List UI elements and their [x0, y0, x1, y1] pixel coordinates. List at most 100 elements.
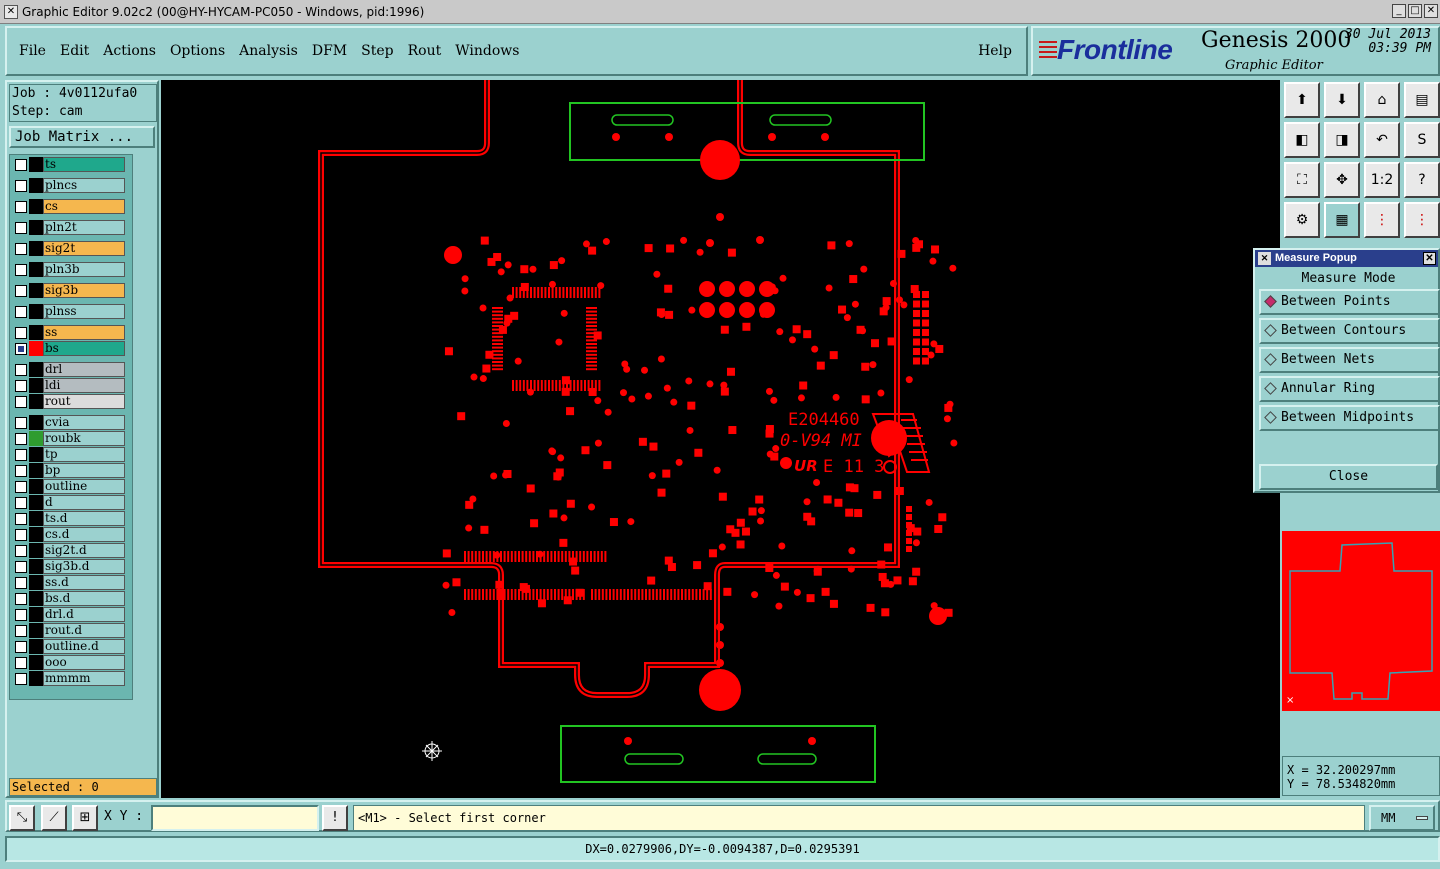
layer-checkbox[interactable] [15, 480, 27, 493]
layer-checkbox[interactable] [15, 416, 27, 429]
layer-name[interactable]: roubk [43, 431, 125, 446]
layer-name[interactable]: pln2t [43, 220, 125, 235]
layer-color-swatch[interactable] [29, 639, 43, 654]
layer-row-cs[interactable]: cs [13, 199, 131, 214]
job-matrix-button[interactable]: Job Matrix ... [9, 126, 155, 148]
menu-edit[interactable]: Edit [60, 43, 89, 59]
layer-row-tp[interactable]: tp [13, 447, 131, 462]
maximize-icon[interactable]: □ [1408, 4, 1422, 18]
menu-help[interactable]: Help [978, 43, 1012, 59]
layer-checkbox[interactable] [15, 528, 27, 541]
layer-checkbox[interactable] [15, 560, 27, 573]
layer-name[interactable]: plncs [43, 178, 125, 193]
layer-color-swatch[interactable] [29, 262, 43, 277]
layer-name[interactable]: mmmm [43, 671, 125, 686]
layer-color-swatch[interactable] [29, 511, 43, 526]
layer-color-swatch[interactable] [29, 495, 43, 510]
layer-checkbox[interactable] [15, 656, 27, 669]
measure-tool-icon[interactable]: ⟋ [41, 805, 67, 831]
exclamation-icon[interactable]: ! [322, 805, 348, 831]
layer-checkbox[interactable] [15, 624, 27, 637]
layer-row-sig3b[interactable]: sig3b [13, 283, 131, 298]
layer-color-swatch[interactable] [29, 527, 43, 542]
menu-actions[interactable]: Actions [103, 43, 156, 59]
layer-color-swatch[interactable] [29, 157, 43, 172]
overview-minimap[interactable]: × [1282, 531, 1440, 711]
layer-color-swatch[interactable] [29, 431, 43, 446]
layer-name[interactable]: ss.d [43, 575, 125, 590]
layer-name[interactable]: ooo [43, 655, 125, 670]
layer-checkbox[interactable] [15, 464, 27, 477]
layer-name[interactable]: sig2t [43, 241, 125, 256]
layer-color-swatch[interactable] [29, 671, 43, 686]
layer-checkbox[interactable] [15, 326, 27, 339]
layer-row-sig3b-d[interactable]: sig3b.d [13, 559, 131, 574]
layer-checkbox[interactable] [15, 395, 27, 408]
unit-selector[interactable]: MM [1369, 805, 1435, 831]
layer-name[interactable]: d [43, 495, 125, 510]
annular-ring-option[interactable]: Annular Ring [1259, 376, 1440, 402]
layer-checkbox[interactable] [15, 158, 27, 171]
layer-row-drl-d[interactable]: drl.d [13, 607, 131, 622]
layer-name[interactable]: cs [43, 199, 125, 214]
left-step-icon[interactable]: ◧ [1284, 122, 1320, 158]
snap-icon[interactable]: ⤡ [9, 805, 35, 831]
layer-row-rout[interactable]: rout [13, 394, 131, 409]
layer-color-swatch[interactable] [29, 479, 43, 494]
undo-icon[interactable]: ↶ [1364, 122, 1400, 158]
layer-color-swatch[interactable] [29, 543, 43, 558]
layer-row-bs[interactable]: bs [13, 341, 131, 356]
layer-row-cvia[interactable]: cvia [13, 415, 131, 430]
layer-name[interactable]: cs.d [43, 527, 125, 542]
layer-row-ss[interactable]: ss [13, 325, 131, 340]
layer-checkbox[interactable] [15, 592, 27, 605]
layer-checkbox[interactable] [15, 512, 27, 525]
layer-color-swatch[interactable] [29, 415, 43, 430]
layer-name[interactable]: bs [43, 341, 125, 356]
between-points-option[interactable]: Between Points [1259, 289, 1440, 315]
snake-icon[interactable]: S [1404, 122, 1440, 158]
layer-checkbox[interactable] [15, 221, 27, 234]
layer-checkbox[interactable] [15, 544, 27, 557]
layer-row-rout-d[interactable]: rout.d [13, 623, 131, 638]
grid-snap-icon[interactable]: ⊞ [72, 805, 98, 831]
menu-file[interactable]: File [19, 43, 46, 59]
layer-checkbox[interactable] [15, 640, 27, 653]
measure-close-button[interactable]: Close [1259, 464, 1438, 490]
layer-color-swatch[interactable] [29, 447, 43, 462]
layer-row-outline[interactable]: outline [13, 479, 131, 494]
layer-row-ldi[interactable]: ldi [13, 378, 131, 393]
layer-checkbox[interactable] [15, 305, 27, 318]
layer-checkbox[interactable] [15, 576, 27, 589]
grid-icon[interactable]: ▦ [1324, 202, 1360, 238]
layer-row-pln3b[interactable]: pln3b [13, 262, 131, 277]
layer-color-swatch[interactable] [29, 220, 43, 235]
layer-name[interactable]: bs.d [43, 591, 125, 606]
layer-name[interactable]: outline [43, 479, 125, 494]
right-step-icon[interactable]: ◨ [1324, 122, 1360, 158]
xy-input[interactable] [151, 805, 319, 831]
layer-color-swatch[interactable] [29, 178, 43, 193]
home-icon[interactable]: ⌂ [1364, 82, 1400, 118]
layer-checkbox[interactable] [15, 200, 27, 213]
layer-name[interactable]: bp [43, 463, 125, 478]
layer-color-swatch[interactable] [29, 304, 43, 319]
layer-color-swatch[interactable] [29, 591, 43, 606]
settings-icon[interactable]: ⚙ [1284, 202, 1320, 238]
layer-color-swatch[interactable] [29, 394, 43, 409]
layer-name[interactable]: sig3b.d [43, 559, 125, 574]
layer-row-outline-d[interactable]: outline.d [13, 639, 131, 654]
layer-checkbox[interactable] [15, 179, 27, 192]
layer-name[interactable]: tp [43, 447, 125, 462]
menu-rout[interactable]: Rout [408, 43, 442, 59]
between-nets-option[interactable]: Between Nets [1259, 347, 1440, 373]
split-view-icon[interactable]: ▤ [1404, 82, 1440, 118]
layer-row-sig2t-d[interactable]: sig2t.d [13, 543, 131, 558]
layer-checkbox[interactable] [15, 608, 27, 621]
layer-checkbox[interactable] [15, 342, 27, 355]
between-midpoints-option[interactable]: Between Midpoints [1259, 405, 1440, 431]
layer-name[interactable]: drl [43, 362, 125, 377]
layer-color-swatch[interactable] [29, 378, 43, 393]
close-icon[interactable]: ✕ [1424, 4, 1438, 18]
layer-row-bs-d[interactable]: bs.d [13, 591, 131, 606]
